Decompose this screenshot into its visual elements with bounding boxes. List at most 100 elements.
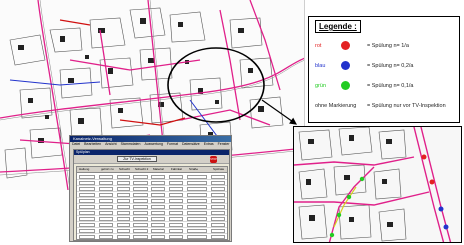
grid-cell[interactable] <box>151 181 165 185</box>
grid-cell[interactable] <box>99 211 113 215</box>
grid-cell[interactable] <box>117 187 130 191</box>
grid-cell[interactable] <box>187 223 207 227</box>
grid-cell[interactable] <box>79 235 95 239</box>
tv-inspection-button[interactable]: Zur TV-Inspektion <box>117 156 157 162</box>
grid-cell[interactable] <box>151 199 165 203</box>
grid-cell[interactable] <box>151 187 165 191</box>
grid-cell[interactable] <box>211 175 225 179</box>
grid-cell[interactable] <box>151 175 165 179</box>
grid-cell[interactable] <box>211 229 225 233</box>
grid-cell[interactable] <box>187 175 207 179</box>
grid-cell[interactable] <box>79 223 95 227</box>
grid-cell[interactable] <box>211 181 225 185</box>
grid-cell[interactable] <box>99 181 113 185</box>
grid-cell[interactable] <box>151 229 165 233</box>
menu-item[interactable]: Datensätze <box>182 142 200 147</box>
grid-cell[interactable] <box>211 235 225 239</box>
grid-cell[interactable] <box>133 217 148 221</box>
grid-cell[interactable] <box>151 211 165 215</box>
grid-cell[interactable] <box>169 175 183 179</box>
column-header[interactable]: Haltung <box>79 167 89 171</box>
grid-cell[interactable] <box>99 193 113 197</box>
grid-cell[interactable] <box>187 193 207 197</box>
menu-item[interactable]: Ansicht <box>105 142 116 147</box>
grid-cell[interactable] <box>169 211 183 215</box>
grid-cell[interactable] <box>79 217 95 221</box>
grid-cell[interactable] <box>211 205 225 209</box>
grid-cell[interactable] <box>133 211 148 215</box>
grid-cell[interactable] <box>169 181 183 185</box>
grid-cell[interactable] <box>151 235 165 239</box>
grid-cell[interactable] <box>99 199 113 203</box>
grid-cell[interactable] <box>99 217 113 221</box>
grid-cell[interactable] <box>133 223 148 227</box>
menu-item[interactable]: Format <box>167 142 178 147</box>
grid-cell[interactable] <box>187 199 207 203</box>
grid-cell[interactable] <box>117 199 130 203</box>
grid-cell[interactable] <box>79 193 95 197</box>
column-header[interactable]: Spülrate <box>213 167 224 171</box>
grid-cell[interactable] <box>169 193 183 197</box>
grid-cell[interactable] <box>79 175 95 179</box>
grid-cell[interactable] <box>99 229 113 233</box>
grid-cell[interactable] <box>117 223 130 227</box>
grid-cell[interactable] <box>117 235 130 239</box>
grid-cell[interactable] <box>169 229 183 233</box>
column-header[interactable]: Material <box>153 167 164 171</box>
grid-cell[interactable] <box>211 217 225 221</box>
grid-cell[interactable] <box>133 181 148 185</box>
menu-item[interactable]: Extras <box>204 142 214 147</box>
grid-cell[interactable] <box>187 181 207 185</box>
grid-cell[interactable] <box>117 229 130 233</box>
grid-cell[interactable] <box>99 175 113 179</box>
grid-cell[interactable] <box>133 199 148 203</box>
grid-cell[interactable] <box>187 211 207 215</box>
grid-cell[interactable] <box>187 229 207 233</box>
grid-cell[interactable] <box>79 211 95 215</box>
column-header[interactable]: Schacht <box>119 167 130 171</box>
grid-cell[interactable] <box>187 217 207 221</box>
grid-cell[interactable] <box>151 205 165 209</box>
grid-cell[interactable] <box>169 217 183 221</box>
grid-cell[interactable] <box>133 175 148 179</box>
grid-cell[interactable] <box>187 205 207 209</box>
grid-cell[interactable] <box>211 193 225 197</box>
stop-icon[interactable]: STOP <box>210 156 217 163</box>
grid-cell[interactable] <box>99 235 113 239</box>
grid-cell[interactable] <box>169 235 183 239</box>
column-header[interactable]: Fabrikat <box>171 167 182 171</box>
menu-item[interactable]: Auswertung <box>144 142 162 147</box>
grid-cell[interactable] <box>133 229 148 233</box>
grid-cell[interactable] <box>133 235 148 239</box>
grid-cell[interactable] <box>99 223 113 227</box>
grid-cell[interactable] <box>211 187 225 191</box>
grid-cell[interactable] <box>79 187 95 191</box>
grid-cell[interactable] <box>117 175 130 179</box>
menu-item[interactable]: Datei <box>72 142 80 147</box>
grid-cell[interactable] <box>117 181 130 185</box>
column-header[interactable]: Straße <box>189 167 198 171</box>
grid-cell[interactable] <box>133 205 148 209</box>
grid-cell[interactable] <box>169 187 183 191</box>
menu-item[interactable]: Fenster <box>218 142 230 147</box>
grid-cell[interactable] <box>133 193 148 197</box>
grid-cell[interactable] <box>187 187 207 191</box>
grid-cell[interactable] <box>117 193 130 197</box>
grid-cell[interactable] <box>117 205 130 209</box>
grid-cell[interactable] <box>187 235 207 239</box>
grid-cell[interactable] <box>117 217 130 221</box>
grid-cell[interactable] <box>79 199 95 203</box>
grid-cell[interactable] <box>211 199 225 203</box>
grid-cell[interactable] <box>211 223 225 227</box>
grid-cell[interactable] <box>117 211 130 215</box>
column-header[interactable]: gehört zu <box>101 167 114 171</box>
grid-cell[interactable] <box>79 205 95 209</box>
grid-cell[interactable] <box>169 223 183 227</box>
grid-cell[interactable] <box>151 193 165 197</box>
grid-cell[interactable] <box>99 205 113 209</box>
grid-cell[interactable] <box>133 187 148 191</box>
grid-cell[interactable] <box>211 211 225 215</box>
grid-cell[interactable] <box>99 187 113 191</box>
grid-cell[interactable] <box>79 181 95 185</box>
grid-cell[interactable] <box>169 199 183 203</box>
